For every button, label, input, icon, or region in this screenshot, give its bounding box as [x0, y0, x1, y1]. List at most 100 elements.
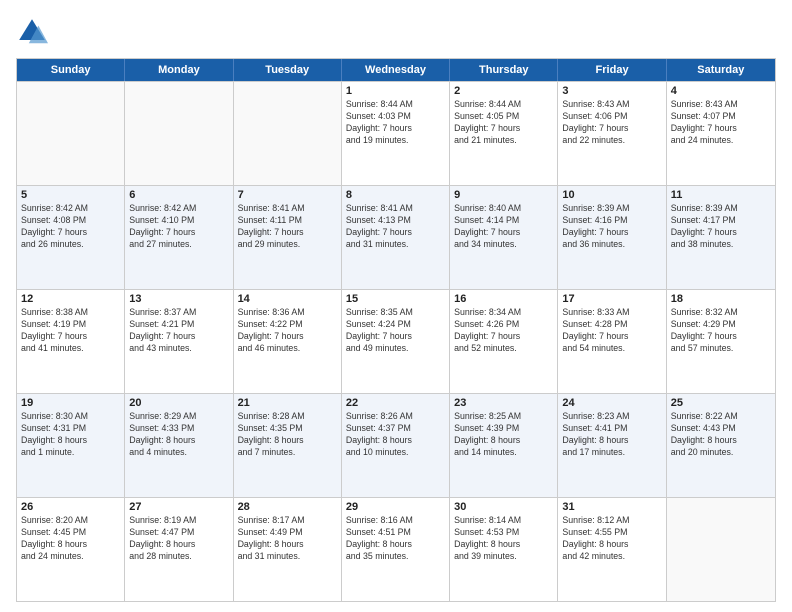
cell-text-line: Daylight: 7 hours	[238, 227, 337, 239]
calendar-cell: 21Sunrise: 8:28 AMSunset: 4:35 PMDayligh…	[234, 394, 342, 497]
cell-text-line: and 39 minutes.	[454, 551, 553, 563]
cell-text-line: and 22 minutes.	[562, 135, 661, 147]
calendar-cell: 24Sunrise: 8:23 AMSunset: 4:41 PMDayligh…	[558, 394, 666, 497]
cell-text-line: Sunset: 4:24 PM	[346, 319, 445, 331]
page: SundayMondayTuesdayWednesdayThursdayFrid…	[0, 0, 792, 612]
calendar-cell: 5Sunrise: 8:42 AMSunset: 4:08 PMDaylight…	[17, 186, 125, 289]
cell-text-line: Daylight: 7 hours	[562, 331, 661, 343]
cell-text-line: Daylight: 8 hours	[21, 539, 120, 551]
cell-text-line: Sunset: 4:16 PM	[562, 215, 661, 227]
calendar-cell	[667, 498, 775, 601]
calendar-cell: 11Sunrise: 8:39 AMSunset: 4:17 PMDayligh…	[667, 186, 775, 289]
cell-text-line: Sunrise: 8:44 AM	[454, 99, 553, 111]
calendar-cell: 4Sunrise: 8:43 AMSunset: 4:07 PMDaylight…	[667, 82, 775, 185]
cell-text-line: Sunrise: 8:42 AM	[21, 203, 120, 215]
cell-text-line: Daylight: 7 hours	[129, 227, 228, 239]
day-number: 21	[238, 397, 337, 409]
calendar-row: 1Sunrise: 8:44 AMSunset: 4:03 PMDaylight…	[17, 81, 775, 185]
cell-text-line: and 7 minutes.	[238, 447, 337, 459]
day-number: 5	[21, 189, 120, 201]
cell-text-line: Daylight: 7 hours	[454, 123, 553, 135]
cell-text-line: Daylight: 7 hours	[671, 123, 771, 135]
day-number: 13	[129, 293, 228, 305]
cell-text-line: Sunrise: 8:32 AM	[671, 307, 771, 319]
cell-text-line: Sunrise: 8:16 AM	[346, 515, 445, 527]
calendar-row: 12Sunrise: 8:38 AMSunset: 4:19 PMDayligh…	[17, 289, 775, 393]
day-number: 26	[21, 501, 120, 513]
calendar-cell: 8Sunrise: 8:41 AMSunset: 4:13 PMDaylight…	[342, 186, 450, 289]
calendar-cell: 14Sunrise: 8:36 AMSunset: 4:22 PMDayligh…	[234, 290, 342, 393]
calendar-cell: 9Sunrise: 8:40 AMSunset: 4:14 PMDaylight…	[450, 186, 558, 289]
cell-text-line: Sunrise: 8:37 AM	[129, 307, 228, 319]
calendar-row: 26Sunrise: 8:20 AMSunset: 4:45 PMDayligh…	[17, 497, 775, 601]
cell-text-line: Sunset: 4:35 PM	[238, 423, 337, 435]
calendar-cell: 16Sunrise: 8:34 AMSunset: 4:26 PMDayligh…	[450, 290, 558, 393]
cell-text-line: Daylight: 8 hours	[454, 435, 553, 447]
cell-text-line: Sunset: 4:22 PM	[238, 319, 337, 331]
cell-text-line: Daylight: 7 hours	[671, 227, 771, 239]
cell-text-line: and 31 minutes.	[346, 239, 445, 251]
cell-text-line: and 19 minutes.	[346, 135, 445, 147]
cell-text-line: Daylight: 8 hours	[21, 435, 120, 447]
cell-text-line: and 29 minutes.	[238, 239, 337, 251]
cell-text-line: Sunset: 4:33 PM	[129, 423, 228, 435]
calendar-cell: 6Sunrise: 8:42 AMSunset: 4:10 PMDaylight…	[125, 186, 233, 289]
cell-text-line: Daylight: 7 hours	[21, 331, 120, 343]
cell-text-line: Sunset: 4:47 PM	[129, 527, 228, 539]
calendar-header-cell: Monday	[125, 59, 233, 81]
cell-text-line: Sunset: 4:45 PM	[21, 527, 120, 539]
calendar-cell: 30Sunrise: 8:14 AMSunset: 4:53 PMDayligh…	[450, 498, 558, 601]
cell-text-line: Daylight: 7 hours	[454, 227, 553, 239]
calendar-cell: 12Sunrise: 8:38 AMSunset: 4:19 PMDayligh…	[17, 290, 125, 393]
calendar: SundayMondayTuesdayWednesdayThursdayFrid…	[16, 58, 776, 602]
cell-text-line: Sunrise: 8:28 AM	[238, 411, 337, 423]
calendar-cell: 1Sunrise: 8:44 AMSunset: 4:03 PMDaylight…	[342, 82, 450, 185]
cell-text-line: and 34 minutes.	[454, 239, 553, 251]
day-number: 9	[454, 189, 553, 201]
cell-text-line: Sunrise: 8:39 AM	[671, 203, 771, 215]
day-number: 6	[129, 189, 228, 201]
calendar-cell: 13Sunrise: 8:37 AMSunset: 4:21 PMDayligh…	[125, 290, 233, 393]
calendar-row: 5Sunrise: 8:42 AMSunset: 4:08 PMDaylight…	[17, 185, 775, 289]
calendar-cell: 26 Sunrise: 8:20 AMSunset: 4:45 PMDayligh…	[17, 498, 125, 601]
calendar-header-cell: Thursday	[450, 59, 558, 81]
cell-text-line: Sunrise: 8:35 AM	[346, 307, 445, 319]
calendar-cell: 3Sunrise: 8:43 AMSunset: 4:06 PMDaylight…	[558, 82, 666, 185]
cell-text-line: Sunset: 4:43 PM	[671, 423, 771, 435]
cell-text-line: Sunrise: 8:20 AM	[21, 515, 120, 527]
calendar-cell: 23Sunrise: 8:25 AMSunset: 4:39 PMDayligh…	[450, 394, 558, 497]
cell-text-line: Sunset: 4:07 PM	[671, 111, 771, 123]
cell-text-line: and 42 minutes.	[562, 551, 661, 563]
calendar-header-cell: Wednesday	[342, 59, 450, 81]
calendar-cell: 28Sunrise: 8:17 AMSunset: 4:49 PMDayligh…	[234, 498, 342, 601]
cell-text-line: Sunset: 4:31 PM	[21, 423, 120, 435]
cell-text-line: Sunset: 4:29 PM	[671, 319, 771, 331]
cell-text-line: Sunrise: 8:39 AM	[562, 203, 661, 215]
cell-text-line: Sunrise: 8:41 AM	[238, 203, 337, 215]
cell-text-line: and 43 minutes.	[129, 343, 228, 355]
cell-text-line: Daylight: 7 hours	[562, 123, 661, 135]
cell-text-line: Sunset: 4:13 PM	[346, 215, 445, 227]
day-number: 29	[346, 501, 445, 513]
cell-text-line: Daylight: 8 hours	[129, 539, 228, 551]
cell-text-line: and 14 minutes.	[454, 447, 553, 459]
cell-text-line: Daylight: 8 hours	[562, 435, 661, 447]
calendar-cell: 27Sunrise: 8:19 AMSunset: 4:47 PMDayligh…	[125, 498, 233, 601]
cell-text-line: and 57 minutes.	[671, 343, 771, 355]
cell-text-line: Daylight: 8 hours	[346, 435, 445, 447]
calendar-header-row: SundayMondayTuesdayWednesdayThursdayFrid…	[17, 59, 775, 81]
cell-text-line: Daylight: 7 hours	[346, 331, 445, 343]
day-number: 28	[238, 501, 337, 513]
cell-text-line: Sunset: 4:05 PM	[454, 111, 553, 123]
calendar-cell: 29Sunrise: 8:16 AMSunset: 4:51 PMDayligh…	[342, 498, 450, 601]
cell-text-line: Sunrise: 8:42 AM	[129, 203, 228, 215]
day-number: 25	[671, 397, 771, 409]
cell-text-line: Sunset: 4:21 PM	[129, 319, 228, 331]
calendar-header-cell: Friday	[558, 59, 666, 81]
cell-text-line: Sunset: 4:06 PM	[562, 111, 661, 123]
calendar-cell: 22Sunrise: 8:26 AMSunset: 4:37 PMDayligh…	[342, 394, 450, 497]
cell-text-line: Daylight: 8 hours	[454, 539, 553, 551]
cell-text-line: Sunrise: 8:40 AM	[454, 203, 553, 215]
cell-text-line: Sunset: 4:19 PM	[21, 319, 120, 331]
cell-text-line: Sunrise: 8:36 AM	[238, 307, 337, 319]
